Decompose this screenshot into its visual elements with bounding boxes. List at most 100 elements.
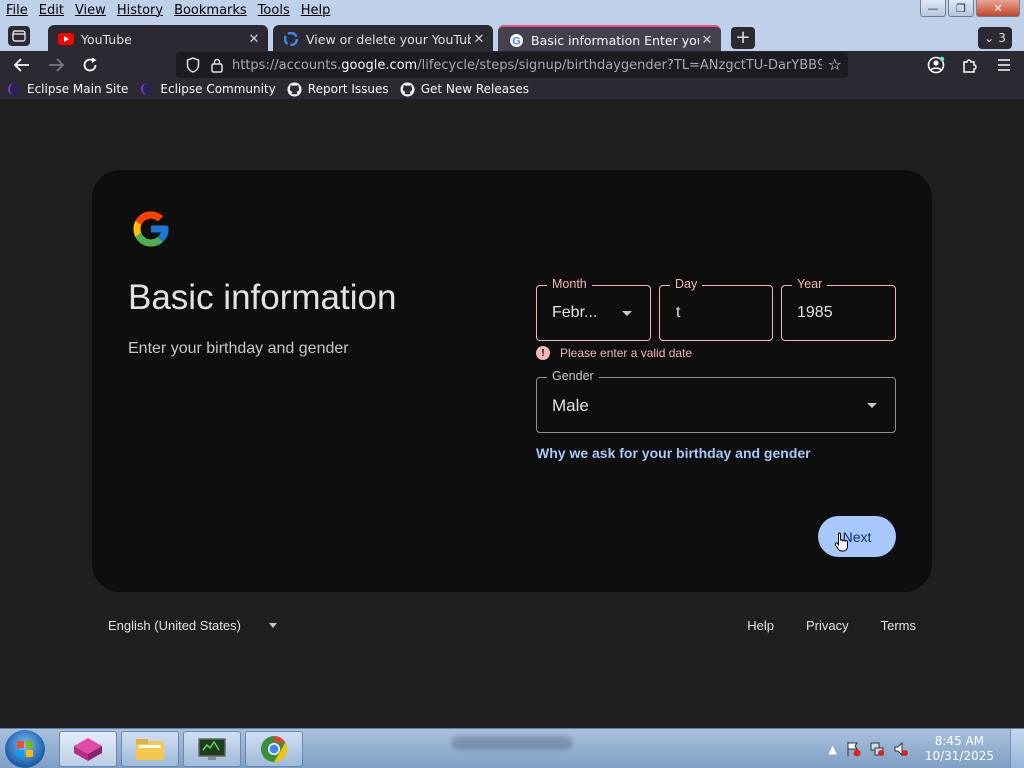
network-icon[interactable] [869,741,885,757]
chrome-icon [261,735,288,763]
taskbar-terminal[interactable] [183,731,241,767]
day-input[interactable]: Day t [659,277,773,341]
tab-title: YouTube [81,31,132,47]
lock-icon[interactable] [208,56,226,74]
eclipse-icon [6,81,22,97]
close-tab-icon[interactable]: ✕ [471,32,487,47]
tab-youtube-history[interactable]: View or delete your YouTube sea ✕ [273,25,493,53]
day-label: Day [670,277,703,291]
url-prefix: https://accounts. [232,57,342,73]
svg-text:G: G [512,35,521,47]
close-tab-icon[interactable]: ✕ [699,33,715,48]
toolbar-right [924,51,1016,79]
windows-logo-icon [17,741,33,757]
year-input[interactable]: Year 1985 [781,277,896,341]
menu-help[interactable]: Help [295,3,336,18]
puzzle-icon [963,59,977,73]
page-content: Basic information Enter your birthday an… [0,99,1024,728]
tray-expand-icon[interactable]: ▲ [828,743,836,756]
footer-terms-link[interactable]: Terms [881,618,916,633]
back-button[interactable] [5,51,39,79]
why-ask-link[interactable]: Why we ask for your birthday and gender [536,445,811,461]
folder-icon [136,739,164,760]
clock-date: 10/31/2025 [924,749,994,763]
forward-button[interactable] [39,51,73,79]
tab-count-button[interactable]: ⌄ 3 [978,27,1012,49]
date-error-message: ! Please enter a valid date [536,346,692,360]
month-value: Febr... [552,304,598,321]
menu-view[interactable]: View [69,3,111,18]
bookmark-eclipse-community[interactable]: Eclipse Community [139,81,276,97]
start-button[interactable] [5,730,45,768]
system-clock[interactable]: 8:45 AM 10/31/2025 [925,734,994,764]
menu-file[interactable]: File [0,3,33,18]
account-icon [927,56,945,74]
footer-privacy-link[interactable]: Privacy [806,618,849,633]
month-label: Month [547,277,592,291]
bookmark-eclipse-main[interactable]: Eclipse Main Site [6,81,128,97]
clock-time: 8:45 AM [934,734,985,748]
error-text: Please enter a valid date [560,346,693,360]
close-window-button[interactable]: ✕ [976,0,1020,17]
back-arrow-icon [14,58,29,72]
new-tab-button[interactable]: + [731,27,755,49]
page-title: Basic information [128,278,397,317]
restore-button[interactable]: ❐ [948,0,974,17]
url-path: /lifecycle/steps/signup/birthdaygender?T… [417,57,822,73]
menu-history[interactable]: History [111,3,168,18]
address-bar[interactable]: https://accounts.google.com/lifecycle/st… [176,52,848,78]
tab-title: Basic information Enter your bir [531,32,699,48]
tab-youtube[interactable]: YouTube ✕ [48,25,268,53]
window-controls: — ❐ ✕ [920,0,1020,17]
day-value: t [676,304,681,321]
menu-edit[interactable]: Edit [33,3,69,18]
language-label: English (United States) [108,618,241,633]
app-box-icon [74,738,102,761]
tab-strip: YouTube ✕ View or delete your YouTube se… [0,20,1024,53]
month-select[interactable]: Month Febr... [536,277,651,341]
google-icon [283,31,299,47]
blurred-taskbar-label [452,736,572,750]
minimize-button[interactable]: — [920,0,946,17]
url-text: https://accounts.google.com/lifecycle/st… [232,58,822,73]
dropdown-arrow-icon [867,403,877,408]
navigation-bar: https://accounts.google.com/lifecycle/st… [0,51,1024,79]
taskbar-file-explorer[interactable] [121,731,179,767]
language-selector[interactable]: English (United States) [108,618,277,633]
github-icon [400,81,416,97]
tab-basic-information[interactable]: G Basic information Enter your bir ✕ [498,25,721,53]
menu-tools[interactable]: Tools [252,3,295,18]
gender-select[interactable]: Gender Male [536,369,896,433]
bookmark-label: Report Issues [307,82,389,96]
error-icon: ! [536,346,550,360]
dropdown-arrow-icon [268,623,277,628]
taskbar-browser[interactable] [245,731,303,767]
reload-button[interactable] [73,51,107,79]
bookmark-star-icon[interactable]: ☆ [828,55,842,74]
tab-title: View or delete your YouTube sea [306,31,471,47]
dropdown-arrow-icon [622,311,632,316]
action-center-flag-icon[interactable] [845,741,861,757]
bookmark-report-issues[interactable]: Report Issues [287,81,389,97]
close-tab-icon[interactable]: ✕ [246,32,262,47]
shield-icon[interactable] [184,56,202,74]
forward-arrow-icon [49,58,64,72]
tab-count: 3 [998,31,1006,45]
account-button[interactable] [924,53,948,77]
bookmark-get-new-releases[interactable]: Get New Releases [400,81,529,97]
extensions-button[interactable] [958,53,982,77]
reload-icon [83,57,97,72]
url-domain: google.com [341,57,418,73]
footer-help-link[interactable]: Help [747,618,774,633]
volume-muted-icon[interactable] [893,741,909,757]
gender-label: Gender [547,369,599,383]
taskbar-app-1[interactable] [59,731,117,767]
menu-bar: File Edit View History Bookmarks Tools H… [0,0,1024,20]
taskbar: ▲ 8:45 AM 10/31/2025 [0,728,1024,768]
next-button[interactable]: Next [818,516,896,557]
show-desktop-button[interactable] [1010,729,1024,768]
tab-list-button[interactable] [8,26,30,46]
app-menu-button[interactable] [992,53,1016,77]
menu-bookmarks[interactable]: Bookmarks [168,3,252,18]
google-icon: G [508,32,524,48]
